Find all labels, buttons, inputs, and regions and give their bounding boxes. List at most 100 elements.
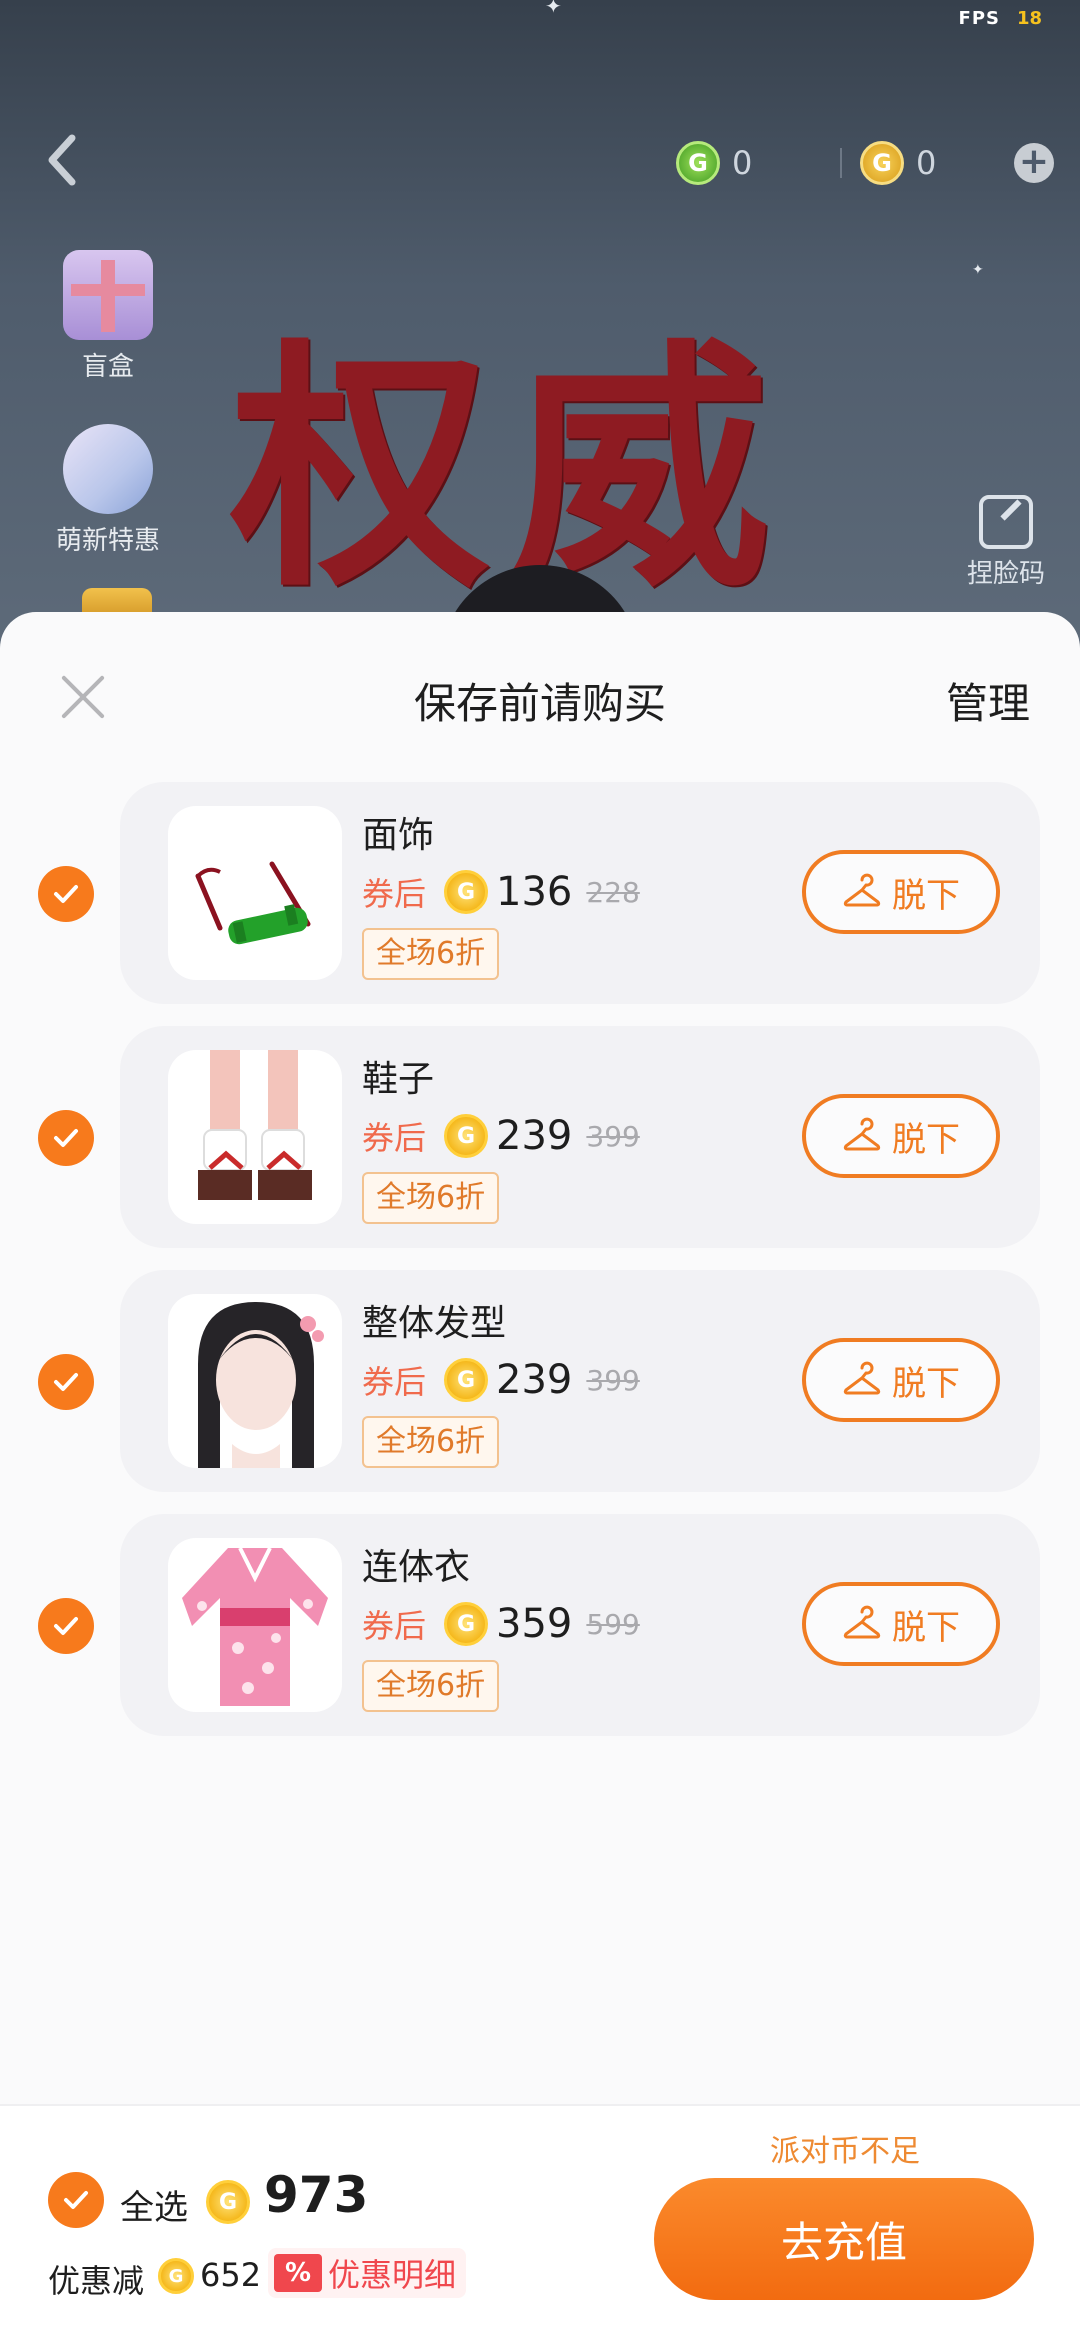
item-price: 359 <box>496 1601 573 1647</box>
item-checkbox[interactable] <box>38 1598 94 1654</box>
fps-value: 18 <box>1016 8 1042 29</box>
discount-badge: 全场6折 <box>362 1416 500 1468</box>
sheet-header: 保存前请购买 管理 <box>0 612 1080 782</box>
insufficient-balance-text: 派对币不足 <box>770 2134 920 2169</box>
face-accessory-image <box>195 861 311 945</box>
take-off-button[interactable]: 脱下 <box>802 1094 1000 1178</box>
pinch-face-code-button[interactable]: 捏脸码 <box>958 495 1054 590</box>
chevron-left-icon <box>48 134 76 186</box>
item-price: 136 <box>496 869 573 915</box>
currency-gold[interactable]: G 0 <box>860 136 1000 190</box>
item-price: 239 <box>496 1113 573 1159</box>
sidebar-item-blind-box[interactable]: 盲盒 <box>48 250 168 383</box>
item-thumbnail-hairstyle <box>168 1294 342 1468</box>
hanger-icon <box>843 873 881 907</box>
sheet-title: 保存前请购买 <box>413 679 666 728</box>
g-coin-icon: G <box>444 1114 489 1158</box>
fps-label: FPS <box>958 8 1000 29</box>
discount-badge: 全场6折 <box>362 1172 500 1224</box>
sidebar-item-label: 盲盒 <box>81 352 134 382</box>
discount-badge: 全场6折 <box>362 1660 500 1712</box>
item-price: 239 <box>496 1357 573 1403</box>
cart-item: 面饰 券后 G 136 228 全场6折 脱下 <box>0 782 1080 1004</box>
banner-title: 权威 <box>230 317 790 622</box>
total-coin: G <box>206 2180 250 2224</box>
item-card[interactable]: 鞋子 券后 G 239 399 全场6折 脱下 <box>120 1026 1040 1248</box>
item-name: 整体发型 <box>362 1303 507 1344</box>
plus-icon: + <box>1018 141 1050 182</box>
item-checkbox[interactable] <box>38 1110 94 1166</box>
discount-coin: G <box>158 2258 194 2294</box>
take-off-label: 脱下 <box>892 1607 960 1648</box>
hairstyle-image <box>198 1302 324 1468</box>
g-coin-icon: G <box>158 2258 194 2294</box>
percent-icon: % <box>274 2254 322 2292</box>
take-off-label: 脱下 <box>892 875 960 916</box>
item-original-price: 399 <box>586 1119 640 1153</box>
manage-button[interactable]: 管理 <box>946 670 1030 731</box>
kimono-image <box>182 1547 328 1706</box>
game-scene-background: ✦ ✦ FPS 18 G 0 G 0 + 盲盒 萌新特惠 权威 捏脸码 <box>0 0 1080 640</box>
item-original-price: 228 <box>586 875 640 909</box>
item-price-line: 券后 G 239 399 <box>362 1108 640 1164</box>
discount-label: 优惠减 <box>48 2262 145 2300</box>
cart-item: 连体衣 券后 G 359 599 全场6折 脱下 <box>0 1514 1080 1736</box>
take-off-button[interactable]: 脱下 <box>802 850 1000 934</box>
item-price-line: 券后 G 136 228 <box>362 864 640 920</box>
total-price: 973 <box>264 2166 369 2224</box>
coupon-price-label: 券后 <box>362 875 427 913</box>
checkmark-icon <box>54 1617 78 1635</box>
shoes-image <box>198 1050 312 1200</box>
hanger-icon <box>843 1605 881 1639</box>
select-all-checkbox[interactable] <box>48 2172 104 2228</box>
hanger-icon <box>843 1361 881 1395</box>
item-original-price: 599 <box>586 1607 640 1641</box>
coupon-price-label: 券后 <box>362 1607 427 1645</box>
take-off-button[interactable]: 脱下 <box>802 1582 1000 1666</box>
item-original-price: 399 <box>586 1363 640 1397</box>
g-coin-green-icon: G <box>676 141 720 185</box>
coupon-price-label: 券后 <box>362 1119 427 1157</box>
back-button[interactable] <box>40 130 88 190</box>
item-thumbnail-shoes <box>168 1050 342 1224</box>
discount-detail-label: 优惠明细 <box>328 2256 457 2294</box>
sidebar-item-newbie-deal[interactable]: 萌新特惠 <box>48 424 168 557</box>
gift-box-icon <box>63 250 153 340</box>
item-thumbnail-jumpsuit <box>168 1538 342 1712</box>
take-off-label: 脱下 <box>892 1363 960 1404</box>
g-coin-icon: G <box>444 870 489 914</box>
item-card[interactable]: 连体衣 券后 G 359 599 全场6折 脱下 <box>120 1514 1040 1736</box>
take-off-button[interactable]: 脱下 <box>802 1338 1000 1422</box>
newbie-deal-icon <box>63 424 153 514</box>
item-price-line: 券后 G 239 399 <box>362 1352 640 1408</box>
recharge-button[interactable]: 去充值 <box>654 2178 1034 2300</box>
item-name: 鞋子 <box>362 1059 435 1100</box>
discount-amount: 652 <box>200 2256 262 2294</box>
sparkle-icon: ✦ <box>972 262 984 278</box>
g-coin-gold-icon: G <box>860 141 904 185</box>
discount-detail-link[interactable]: % 优惠明细 <box>268 2248 467 2298</box>
select-all-label[interactable]: 全选 <box>120 2180 188 2229</box>
item-thumbnail-face-accessory <box>168 806 342 980</box>
item-price-line: 券后 G 359 599 <box>362 1596 640 1652</box>
currency-green[interactable]: G 0 <box>676 136 846 190</box>
hanger-icon <box>843 1117 881 1151</box>
item-name: 连体衣 <box>362 1547 471 1588</box>
checkmark-icon <box>54 1129 78 1147</box>
item-checkbox[interactable] <box>38 1354 94 1410</box>
item-card[interactable]: 面饰 券后 G 136 228 全场6折 脱下 <box>120 782 1040 1004</box>
checkmark-icon <box>54 1373 78 1391</box>
g-coin-icon: G <box>444 1602 489 1646</box>
item-card[interactable]: 整体发型 券后 G 239 399 全场6折 脱下 <box>120 1270 1040 1492</box>
cart-item: 整体发型 券后 G 239 399 全场6折 脱下 <box>0 1270 1080 1492</box>
g-coin-icon: G <box>206 2180 250 2224</box>
take-off-label: 脱下 <box>892 1119 960 1160</box>
item-checkbox[interactable] <box>38 866 94 922</box>
currency-gold-value: 0 <box>916 144 937 182</box>
add-currency-button[interactable]: + <box>1014 143 1054 183</box>
g-coin-icon: G <box>444 1358 489 1402</box>
currency-green-value: 0 <box>732 144 753 182</box>
checkmark-icon <box>54 885 78 903</box>
item-name: 面饰 <box>362 815 435 856</box>
coupon-price-label: 券后 <box>362 1363 427 1401</box>
